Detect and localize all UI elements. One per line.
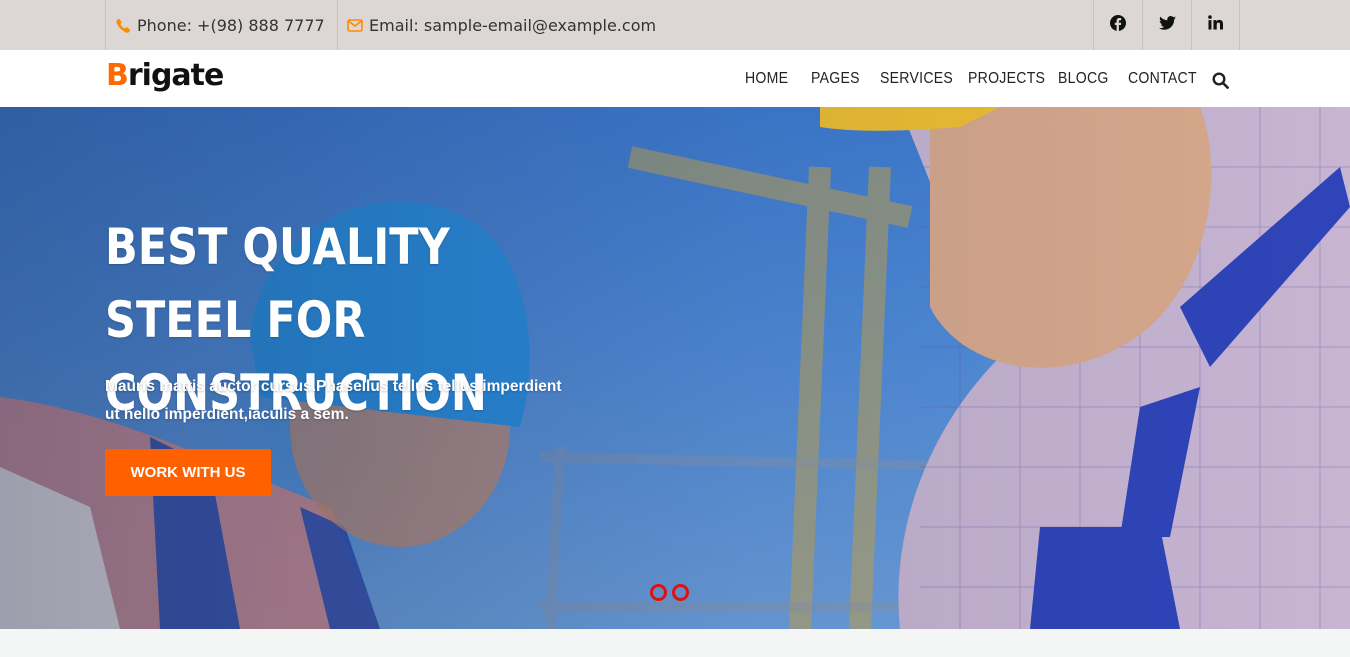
linkedin-icon — [1208, 15, 1223, 35]
slider-dot-2[interactable] — [672, 584, 689, 601]
nav-projects[interactable]: PROJECTS — [968, 70, 1045, 88]
main-navbar: Brigate HOME PAGES SERVICES PROJECTS BLO… — [0, 50, 1350, 107]
brand-logo[interactable]: Brigate — [106, 58, 224, 93]
hero-slider: BEST QUALITY STEEL FOR CONSTRUCTION Maur… — [0, 107, 1350, 629]
email-text: Email: sample-email@example.com — [369, 15, 657, 35]
email-contact[interactable]: Email: sample-email@example.com — [337, 0, 667, 50]
hero-subtitle: Mauris mattis auctor cursus.Phasellus te… — [105, 373, 605, 429]
nav-blog[interactable]: BLOCG — [1058, 70, 1109, 88]
top-info-bar: Phone: +(98) 888 7777 Email: sample-emai… — [0, 0, 1350, 50]
twitter-link[interactable] — [1142, 0, 1191, 50]
hero-title-line1: BEST QUALITY STEEL FOR — [105, 218, 450, 349]
nav-home[interactable]: HOME — [745, 70, 788, 88]
work-with-us-button[interactable]: WORK WITH US — [105, 449, 271, 496]
envelope-icon — [347, 18, 363, 32]
section-below-hero — [0, 629, 1350, 657]
search-icon[interactable] — [1212, 72, 1230, 90]
linkedin-link[interactable] — [1191, 0, 1240, 50]
slider-dot-1[interactable] — [650, 584, 667, 601]
hero-subtitle-line2: ut hello imperdient,iaculis a sem. — [105, 406, 349, 423]
logo-rest: rigate — [127, 58, 224, 93]
phone-icon — [116, 18, 131, 33]
nav-contact[interactable]: CONTACT — [1128, 70, 1197, 88]
logo-initial: B — [106, 58, 129, 93]
phone-contact[interactable]: Phone: +(98) 888 7777 — [105, 0, 337, 50]
phone-text: Phone: +(98) 888 7777 — [137, 15, 325, 35]
facebook-icon — [1110, 14, 1126, 36]
facebook-link[interactable] — [1093, 0, 1142, 50]
nav-services[interactable]: SERVICES — [880, 70, 953, 88]
hero-subtitle-line1: Mauris mattis auctor cursus.Phasellus te… — [105, 378, 562, 395]
twitter-icon — [1158, 15, 1176, 35]
nav-pages[interactable]: PAGES — [811, 70, 860, 88]
